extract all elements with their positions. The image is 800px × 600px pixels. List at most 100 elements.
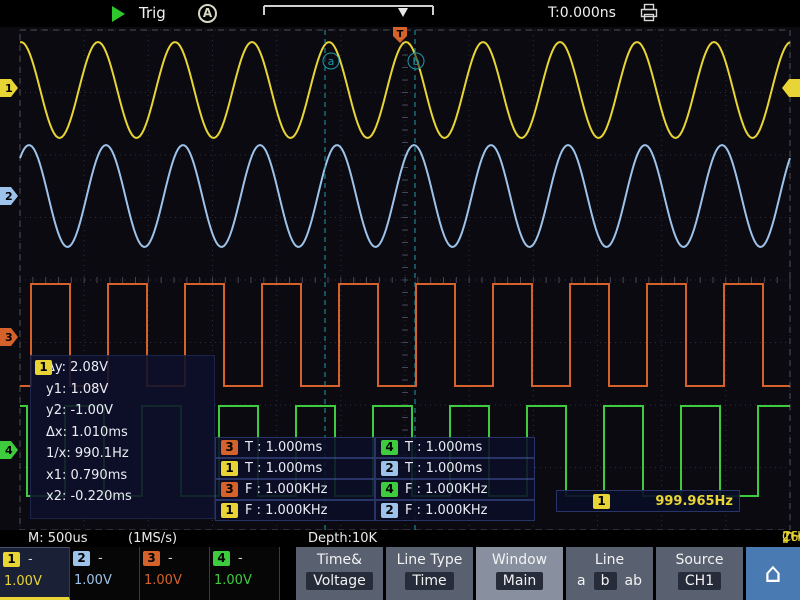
- cursor-b-label: b: [413, 55, 420, 68]
- channel-3-scale: 1.00V: [144, 573, 209, 588]
- svg-text:2: 2: [5, 190, 13, 203]
- channel-1-scale: 1.00V: [4, 574, 69, 589]
- line-option-a[interactable]: a: [577, 573, 586, 589]
- sample-rate-readout: (1MS/s): [128, 530, 177, 547]
- bottom-menu-bar: 1-1.00V2-1.00V3-1.00V4-1.00V Time&Voltag…: [0, 547, 800, 600]
- trigger-readout: CH1:DC- 260mV: [782, 530, 794, 545]
- channel-4-badge: 4: [381, 482, 398, 497]
- svg-text:1: 1: [5, 82, 13, 95]
- cursor-a-label: a: [328, 55, 335, 68]
- channel-2-badge: 2: [73, 551, 90, 566]
- channel-status-boxes: 1-1.00V2-1.00V3-1.00V4-1.00V: [0, 547, 280, 600]
- freq-channel-badge: 1: [593, 494, 610, 509]
- measurement-cell: 3 F : 1.000KHz: [215, 479, 375, 500]
- freq-counter-value: 999.965Hz: [655, 494, 733, 509]
- menu-source-label: Source: [675, 552, 723, 568]
- cursor-measurement-row: x1: 0.790ms: [46, 465, 214, 487]
- measurement-table: 3 T : 1.000ms 4 T : 1.000ms 1 T : 1.000ms 2 T :…: [215, 437, 535, 521]
- trigger-level-value: 260mV: [782, 529, 800, 546]
- svg-text:4: 4: [5, 444, 13, 457]
- status-bar: M: 500us (1MS/s) Depth:10K CH1:DC- 260mV: [0, 530, 800, 547]
- measurement-row: 3 T : 1.000ms 4 T : 1.000ms: [215, 437, 535, 458]
- cursor-measurement-row: y1: 1.08V: [46, 379, 214, 401]
- measurement-row: 1 T : 1.000ms 2 T : 1.000ms: [215, 458, 535, 479]
- measurement-value: F : 1.000KHz: [405, 482, 487, 497]
- run-play-icon: [112, 6, 125, 22]
- cursor-measurement-row: Δx: 1.010ms: [46, 422, 214, 444]
- measurement-value: T : 1.000ms: [245, 461, 322, 476]
- menu-line-type-button[interactable]: Line Type Time: [386, 547, 473, 600]
- channel-2-button[interactable]: 2- 1.00V: [70, 547, 140, 600]
- window-position-ruler[interactable]: [256, 0, 441, 22]
- channel-1-badge: 1: [221, 461, 238, 476]
- menu-window-value: Main: [496, 572, 543, 590]
- line-option-ab[interactable]: ab: [625, 573, 642, 589]
- menu-line-type-label: Line Type: [397, 552, 463, 568]
- channel-1-badge: 1: [3, 552, 20, 567]
- svg-text:3: 3: [5, 331, 13, 344]
- top-bar: Trig A T:0.000ns: [0, 0, 800, 27]
- menu-window-label: Window: [492, 552, 547, 568]
- measurement-cell: 2 T : 1.000ms: [375, 458, 535, 479]
- measurement-value: T : 1.000ms: [405, 461, 482, 476]
- channel-4-coupling: -: [238, 551, 243, 566]
- measurement-cell: 3 T : 1.000ms: [215, 437, 375, 458]
- channel-3-badge: 3: [221, 440, 238, 455]
- menu-type-label: Time&: [317, 552, 362, 568]
- measurement-value: T : 1.000ms: [405, 440, 482, 455]
- window-position-marker[interactable]: [398, 8, 408, 17]
- svg-text:T: T: [397, 29, 404, 40]
- channel-2-badge: 2: [381, 461, 398, 476]
- line-option-b[interactable]: b: [594, 572, 617, 590]
- menu-line-type-value: Time: [405, 572, 453, 590]
- menu-type-value: Voltage: [306, 572, 373, 590]
- measurement-cell: 1 F : 1.000KHz: [215, 500, 375, 521]
- channel-2-coupling: -: [98, 551, 103, 566]
- channel-4-button[interactable]: 4- 1.00V: [210, 547, 280, 600]
- channel-3-badge: 3: [143, 551, 160, 566]
- cursor-channel-badge: 1: [35, 360, 52, 375]
- menu-type-button[interactable]: Time&Voltage: [296, 547, 383, 600]
- auto-trigger-icon: A: [198, 4, 217, 23]
- timebase-readout: M: 500us: [28, 530, 88, 547]
- cursor-measurement-row: 1/x: 990.1Hz: [46, 443, 214, 465]
- oscilloscope-screen: abT1234 Trig A T:0.000ns 1 Δy: 2.08Vy1: …: [0, 0, 800, 600]
- measurement-row: 1 F : 1.000KHz 2 F : 1.000KHz: [215, 500, 535, 521]
- cursor-measurement-row: y2: -1.00V: [46, 400, 214, 422]
- measurement-value: F : 1.000KHz: [245, 503, 327, 518]
- measurement-row: 3 F : 1.000KHz 4 F : 1.000KHz: [215, 479, 535, 500]
- menu-window-button[interactable]: Window Main: [476, 547, 563, 600]
- channel-2-scale: 1.00V: [74, 573, 139, 588]
- frequency-counter: 1 999.965Hz: [556, 490, 740, 512]
- channel-1-button[interactable]: 1- 1.00V: [0, 547, 70, 600]
- measurement-cell: 1 T : 1.000ms: [215, 458, 375, 479]
- channel-3-button[interactable]: 3- 1.00V: [140, 547, 210, 600]
- cursor-measurement-rows: Δy: 2.08Vy1: 1.08Vy2: -1.00VΔx: 1.010ms1…: [31, 356, 214, 508]
- channel-3-coupling: -: [168, 551, 173, 566]
- channel-4-scale: 1.00V: [214, 573, 279, 588]
- menu-line-button[interactable]: Lineabab: [566, 547, 653, 600]
- cursor-measurement-row: Δy: 2.08V: [46, 357, 214, 379]
- trigger-time-offset: T:0.000ns: [548, 5, 616, 21]
- channel-1-badge: 1: [221, 503, 238, 518]
- channel-4-badge: 4: [213, 551, 230, 566]
- measurement-cell: 4 T : 1.000ms: [375, 437, 535, 458]
- channel-1-coupling: -: [28, 552, 33, 567]
- menu-source-value: CH1: [678, 572, 721, 590]
- home-icon: ⌂: [764, 558, 781, 589]
- measurement-value: T : 1.000ms: [245, 440, 322, 455]
- channel-4-badge: 4: [381, 440, 398, 455]
- measurement-value: F : 1.000KHz: [245, 482, 327, 497]
- channel-3-badge: 3: [221, 482, 238, 497]
- channel-2-badge: 2: [381, 503, 398, 518]
- home-button[interactable]: ⌂: [746, 547, 800, 600]
- measurement-cell: 2 F : 1.000KHz: [375, 500, 535, 521]
- soft-menu-buttons: Time&Voltage Line Type Time Window Main Linea…: [296, 547, 800, 600]
- printer-icon[interactable]: [640, 3, 658, 23]
- menu-source-button[interactable]: Source CH1: [656, 547, 743, 600]
- measurement-value: F : 1.000KHz: [405, 503, 487, 518]
- cursor-measurement-row: x2: -0.220ms: [46, 486, 214, 508]
- measurement-cell: 4 F : 1.000KHz: [375, 479, 535, 500]
- menu-line-label: Line: [595, 552, 624, 568]
- trig-label: Trig: [139, 4, 166, 22]
